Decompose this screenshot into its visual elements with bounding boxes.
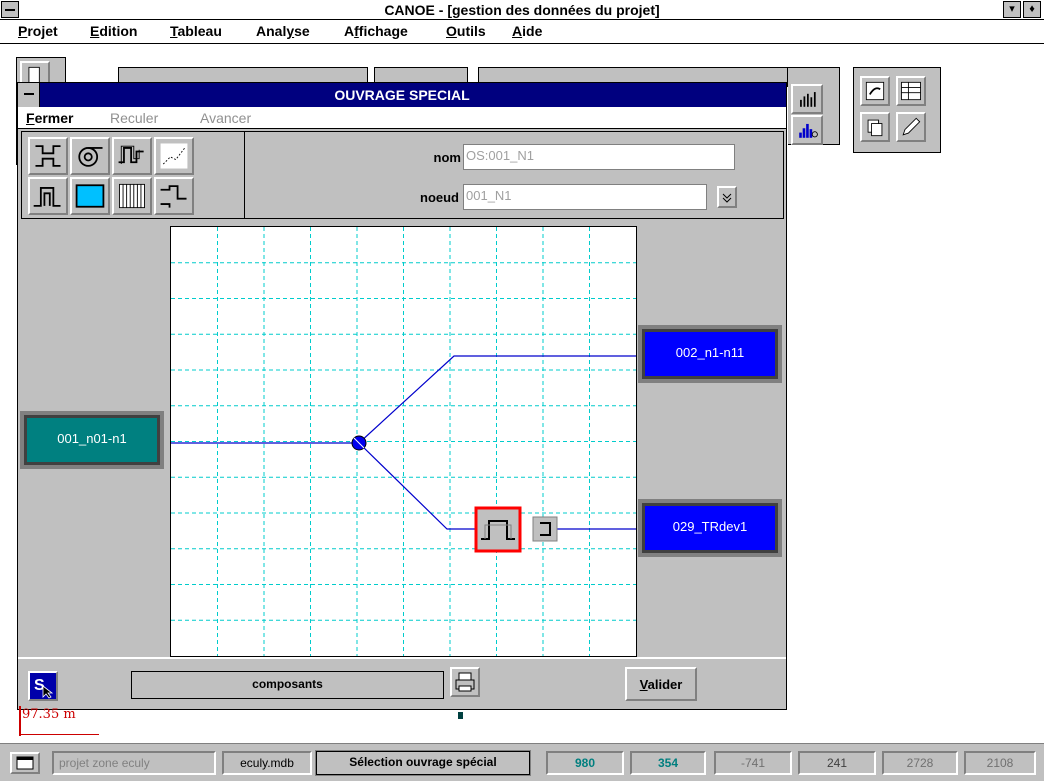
menu-aide[interactable]: Aide bbox=[512, 23, 542, 39]
window-icon bbox=[16, 756, 34, 770]
component-tool-panel bbox=[21, 131, 245, 219]
status-value-6: 2108 bbox=[964, 751, 1036, 775]
status-value-5: 2728 bbox=[882, 751, 958, 775]
table-icon bbox=[901, 81, 921, 101]
print-button[interactable] bbox=[450, 667, 480, 697]
tool-pump-button[interactable] bbox=[70, 137, 110, 175]
menu-affichage[interactable]: Affichage bbox=[344, 23, 408, 39]
tool-basin-button[interactable] bbox=[70, 177, 110, 215]
tool-grid-button[interactable] bbox=[112, 177, 152, 215]
pencil-button[interactable] bbox=[896, 112, 926, 142]
menu-tableau[interactable]: Tableau bbox=[170, 23, 222, 39]
schematic-canvas[interactable] bbox=[170, 226, 637, 657]
composants-field: composants bbox=[131, 671, 444, 699]
link-junction-to-gate[interactable] bbox=[358, 442, 476, 530]
noeud-field[interactable]: 001_N1 bbox=[463, 184, 707, 210]
status-value-2: 354 bbox=[630, 751, 706, 775]
grid-lines bbox=[171, 227, 636, 656]
printer-icon bbox=[455, 672, 475, 692]
ouvrage-special-dialog: OUVRAGE SPECIAL Fermer Reculer Avancer n… bbox=[17, 82, 787, 710]
grating-icon bbox=[119, 183, 145, 209]
siphon-icon bbox=[118, 145, 144, 165]
scale-bar-vertical bbox=[19, 706, 21, 736]
dialog-titlebar: OUVRAGE SPECIAL bbox=[18, 83, 786, 107]
basin-icon bbox=[75, 184, 105, 208]
dialog-bottom-bar: S composants Valider bbox=[18, 657, 786, 709]
table-view-button[interactable] bbox=[896, 76, 926, 106]
status-project: projet zone eculy bbox=[52, 751, 216, 775]
minimize-button[interactable]: ▾ bbox=[1003, 1, 1021, 18]
dialog-menubar: Fermer Reculer Avancer bbox=[18, 107, 786, 129]
weir-icon bbox=[35, 145, 61, 167]
valve-icon bbox=[160, 185, 187, 208]
dialog-title: OUVRAGE SPECIAL bbox=[334, 87, 470, 103]
menu-reculer[interactable]: Reculer bbox=[110, 110, 158, 126]
status-mode: Sélection ouvrage spécial bbox=[315, 750, 531, 776]
copy-icon bbox=[867, 119, 883, 137]
main-menubar: Projet Edition Tableau Analyse Affichage… bbox=[0, 20, 1044, 44]
valider-button[interactable]: Valider bbox=[625, 667, 697, 701]
noeud-dropdown-button[interactable] bbox=[717, 186, 737, 208]
select-tool-button[interactable]: S bbox=[28, 671, 58, 701]
status-value-1: 980 bbox=[546, 751, 624, 775]
bar-chart-icon bbox=[800, 92, 816, 107]
node-left[interactable]: 001_n01-n1 bbox=[20, 411, 164, 469]
pencil-icon bbox=[902, 117, 921, 136]
info-panel: nom OS:001_N1 noeud 001_N1 bbox=[244, 131, 784, 219]
map-scale-label: 97.35 m bbox=[22, 707, 76, 722]
status-window-button[interactable] bbox=[10, 752, 40, 774]
gate-component-selected[interactable] bbox=[474, 506, 522, 553]
edit-link-button[interactable] bbox=[860, 76, 890, 106]
node-right-bottom[interactable]: 029_TRdev1 bbox=[638, 499, 782, 557]
main-titlebar: CANOE - [gestion des données du projet] … bbox=[0, 0, 1044, 20]
histogram-icon bbox=[799, 123, 818, 138]
link-icon bbox=[865, 81, 885, 101]
pump-icon bbox=[78, 147, 103, 167]
tool-gate-button[interactable] bbox=[28, 177, 68, 215]
window-title: CANOE - [gestion des données du projet] bbox=[384, 2, 660, 18]
status-database: eculy.mdb bbox=[222, 751, 312, 775]
status-value-4: 241 bbox=[798, 751, 876, 775]
chevron-down-icon bbox=[722, 193, 732, 203]
link-junction-to-top[interactable] bbox=[358, 355, 636, 444]
nom-field[interactable]: OS:001_N1 bbox=[463, 144, 735, 170]
map-marker[interactable] bbox=[458, 712, 463, 719]
menu-outils[interactable]: Outils bbox=[446, 23, 486, 39]
status-bar: projet zone eculy eculy.mdb Sélection ou… bbox=[0, 743, 1044, 781]
tool-weir-button[interactable] bbox=[28, 137, 68, 175]
histogram-button[interactable] bbox=[791, 115, 823, 145]
tool-valve-button[interactable] bbox=[154, 177, 194, 215]
junction-node[interactable] bbox=[351, 435, 367, 451]
menu-avancer[interactable]: Avancer bbox=[200, 110, 251, 126]
curve-icon bbox=[160, 143, 188, 169]
status-value-3: -741 bbox=[714, 751, 792, 775]
menu-fermer[interactable]: Fermer bbox=[26, 110, 73, 126]
nom-label: nom bbox=[433, 150, 461, 165]
node-right-top[interactable]: 002_n1-n11 bbox=[638, 325, 782, 383]
tool-siphon-button[interactable] bbox=[112, 137, 152, 175]
scale-bar-horizontal bbox=[19, 734, 99, 735]
menu-edition[interactable]: Edition bbox=[90, 23, 137, 39]
menu-projet[interactable]: Projet bbox=[18, 23, 58, 39]
toolbar-group-charts bbox=[788, 67, 840, 145]
noeud-label: noeud bbox=[420, 190, 459, 205]
restore-button[interactable]: ♦ bbox=[1023, 1, 1041, 18]
menu-analyse[interactable]: Analyse bbox=[256, 23, 310, 39]
schematic-grid bbox=[171, 227, 636, 656]
gate-icon bbox=[33, 187, 61, 207]
cursor-s-icon: S bbox=[34, 677, 54, 699]
outlet-component[interactable] bbox=[532, 516, 558, 542]
toolbar-group-tools bbox=[853, 67, 941, 153]
tool-curve-button[interactable] bbox=[154, 137, 194, 175]
copy-button[interactable] bbox=[860, 112, 890, 142]
bar-chart-button[interactable] bbox=[791, 84, 823, 114]
